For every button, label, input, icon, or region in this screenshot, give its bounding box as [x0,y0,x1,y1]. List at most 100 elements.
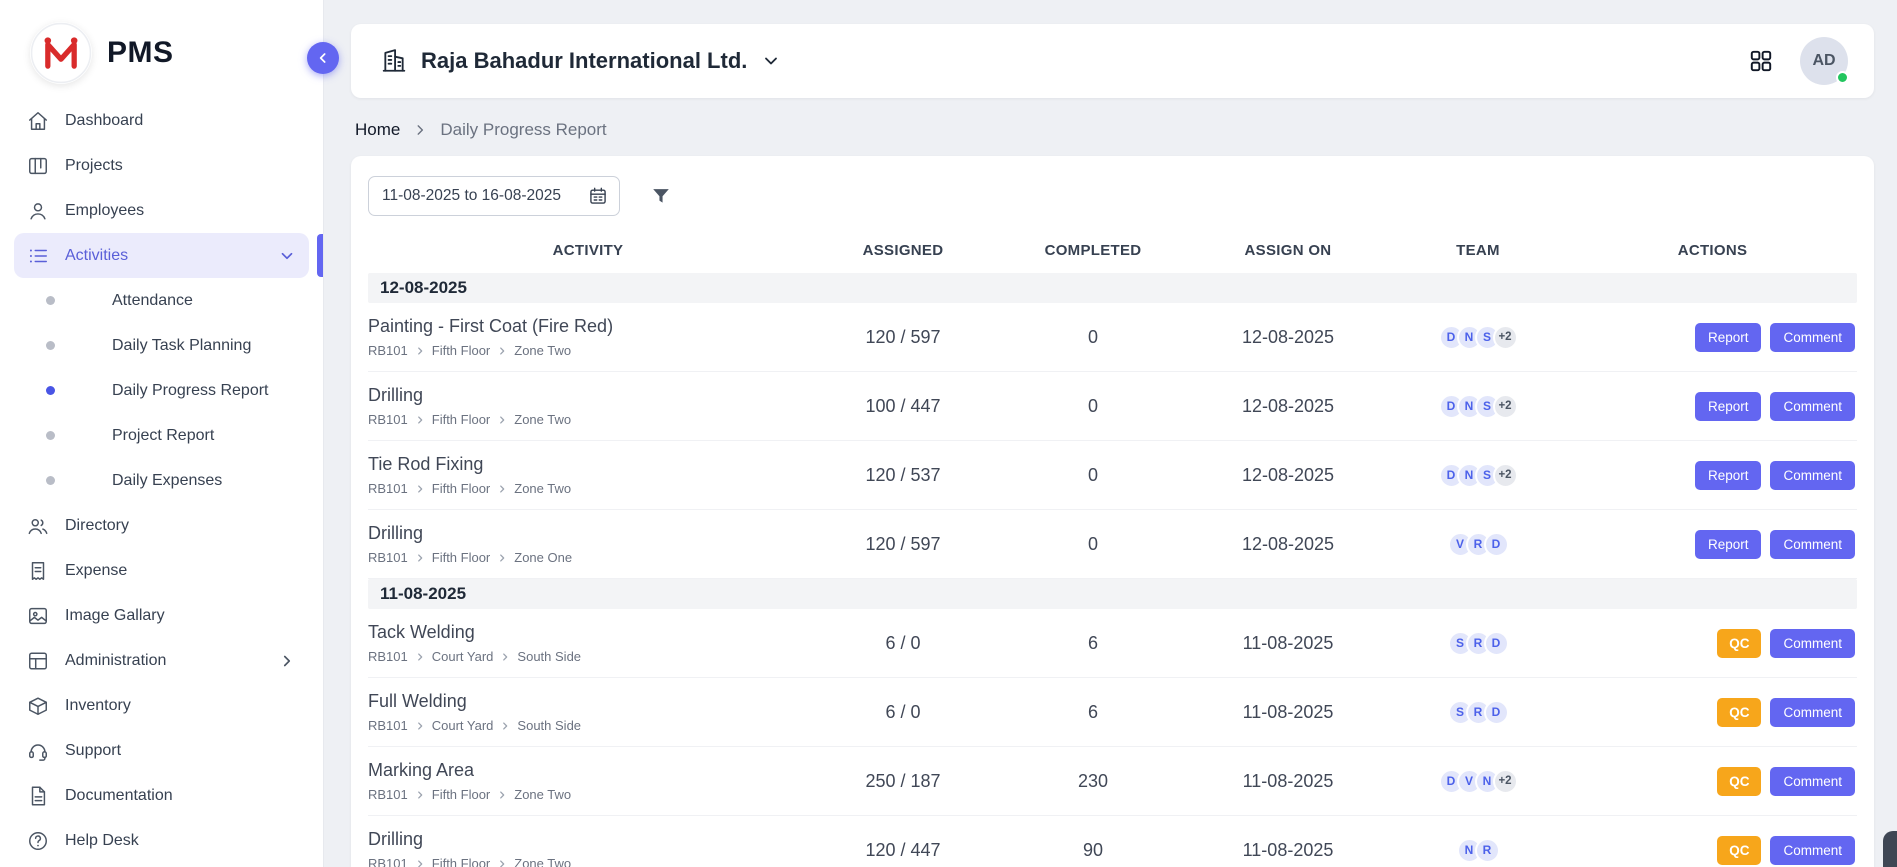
comment-button[interactable]: Comment [1770,767,1855,796]
activity-path: RB101Fifth FloorZone Two [368,856,798,867]
sidebar-item-directory[interactable]: Directory [14,503,309,548]
company-selector[interactable]: Raja Bahadur International Ltd. [381,48,781,74]
assigned-cell: 120 / 537 [808,465,998,486]
chevron-right-icon [497,859,507,867]
column-header-completed: COMPLETED [998,242,1188,259]
sidebar-item-expense[interactable]: Expense [14,548,309,593]
sidebar-item-inventory[interactable]: Inventory [14,683,309,728]
team-cell: VRD [1388,532,1568,557]
filter-icon[interactable] [650,185,672,207]
column-header-team: TEAM [1388,242,1568,259]
chevron-right-icon [415,415,425,425]
assigned-cell: 250 / 187 [808,771,998,792]
sidebar-item-projects[interactable]: Projects [14,143,309,188]
user-avatar[interactable]: AD [1800,37,1848,85]
sidebar-collapse-button[interactable] [307,42,339,74]
activity-name: Drilling [368,829,798,850]
sidebar-subitem-daily-progress-report[interactable]: Daily Progress Report [0,368,323,413]
column-header-actions: ACTIONS [1568,242,1857,259]
completed-cell: 6 [998,633,1188,654]
path-segment: South Side [517,718,581,733]
bullet-icon [46,476,55,485]
assigned-cell: 120 / 447 [808,840,998,861]
assign-on-cell: 12-08-2025 [1188,534,1388,555]
completed-cell: 6 [998,702,1188,723]
date-range-input[interactable]: 11-08-2025 to 16-08-2025 [368,176,620,216]
team-cell: DNS+2 [1388,325,1568,350]
table-row: Tie Rod FixingRB101Fifth FloorZone Two12… [368,441,1857,510]
team-avatars: DNS+2 [1439,463,1518,488]
report-button[interactable]: Report [1695,461,1762,490]
sidebar-item-label: Expense [65,562,296,580]
breadcrumb-current: Daily Progress Report [440,120,606,140]
activity-cell: DrillingRB101Fifth FloorZone One [368,523,808,565]
sidebar-subitem-attendance[interactable]: Attendance [0,278,323,323]
sidebar-subitem-label: Daily Task Planning [112,337,251,355]
team-more-badge[interactable]: +2 [1493,769,1518,794]
qc-button[interactable]: QC [1717,629,1761,658]
sidebar-subitem-label: Project Report [112,427,214,445]
comment-button[interactable]: Comment [1770,629,1855,658]
comment-button[interactable]: Comment [1770,530,1855,559]
apps-grid-icon[interactable] [1748,48,1774,74]
sidebar-item-dashboard[interactable]: Dashboard [14,98,309,143]
completed-cell: 0 [998,396,1188,417]
breadcrumb-home[interactable]: Home [355,120,400,140]
assigned-cell: 120 / 597 [808,327,998,348]
floating-widget-partial[interactable] [1883,831,1897,867]
sidebar-item-help-desk[interactable]: Help Desk [14,818,309,863]
sidebar-item-documentation[interactable]: Documentation [14,773,309,818]
actions-cell: Report Comment [1568,323,1857,352]
qc-button[interactable]: QC [1717,836,1761,865]
path-segment: Zone One [514,550,572,565]
table-row: Painting - First Coat (Fire Red)RB101Fif… [368,303,1857,372]
app-logo: PMS [0,0,323,98]
report-button[interactable]: Report [1695,530,1762,559]
assigned-cell: 6 / 0 [808,702,998,723]
comment-button[interactable]: Comment [1770,461,1855,490]
path-segment: RB101 [368,787,408,802]
sidebar-subitem-daily-expenses[interactable]: Daily Expenses [0,458,323,503]
report-button[interactable]: Report [1695,323,1762,352]
documentation-icon [27,785,49,807]
comment-button[interactable]: Comment [1770,836,1855,865]
chevron-right-icon [497,790,507,800]
actions-cell: Report Comment [1568,392,1857,421]
team-more-badge[interactable]: +2 [1493,325,1518,350]
sidebar-item-label: Administration [65,652,262,670]
qc-button[interactable]: QC [1717,767,1761,796]
chevron-right-icon [497,553,507,563]
comment-button[interactable]: Comment [1770,392,1855,421]
column-header-assigned: ASSIGNED [808,242,998,259]
column-header-assign-on: ASSIGN ON [1188,242,1388,259]
sidebar-item-employees[interactable]: Employees [14,188,309,233]
team-avatar[interactable]: R [1475,838,1500,863]
sidebar-item-label: Directory [65,517,296,535]
sidebar-item-support[interactable]: Support [14,728,309,773]
team-avatar[interactable]: D [1484,532,1509,557]
path-segment: RB101 [368,856,408,867]
sidebar-subitem-project-report[interactable]: Project Report [0,413,323,458]
assign-on-cell: 12-08-2025 [1188,396,1388,417]
sidebar-item-activities[interactable]: Activities [14,233,309,278]
comment-button[interactable]: Comment [1770,323,1855,352]
team-cell: DNS+2 [1388,394,1568,419]
projects-icon [27,155,49,177]
activity-path: RB101Fifth FloorZone Two [368,343,798,358]
report-button[interactable]: Report [1695,392,1762,421]
path-segment: South Side [517,649,581,664]
team-avatar[interactable]: D [1484,700,1509,725]
qc-button[interactable]: QC [1717,698,1761,727]
activity-path: RB101Court YardSouth Side [368,649,798,664]
path-segment: RB101 [368,343,408,358]
sidebar-item-image-gallary[interactable]: Image Gallary [14,593,309,638]
comment-button[interactable]: Comment [1770,698,1855,727]
team-avatar[interactable]: D [1484,631,1509,656]
activity-cell: Tie Rod FixingRB101Fifth FloorZone Two [368,454,808,496]
table-row: Marking AreaRB101Fifth FloorZone Two250 … [368,747,1857,816]
sidebar-subitem-daily-task-planning[interactable]: Daily Task Planning [0,323,323,368]
team-more-badge[interactable]: +2 [1493,394,1518,419]
company-name: Raja Bahadur International Ltd. [421,48,747,74]
sidebar-item-administration[interactable]: Administration [14,638,309,683]
team-more-badge[interactable]: +2 [1493,463,1518,488]
